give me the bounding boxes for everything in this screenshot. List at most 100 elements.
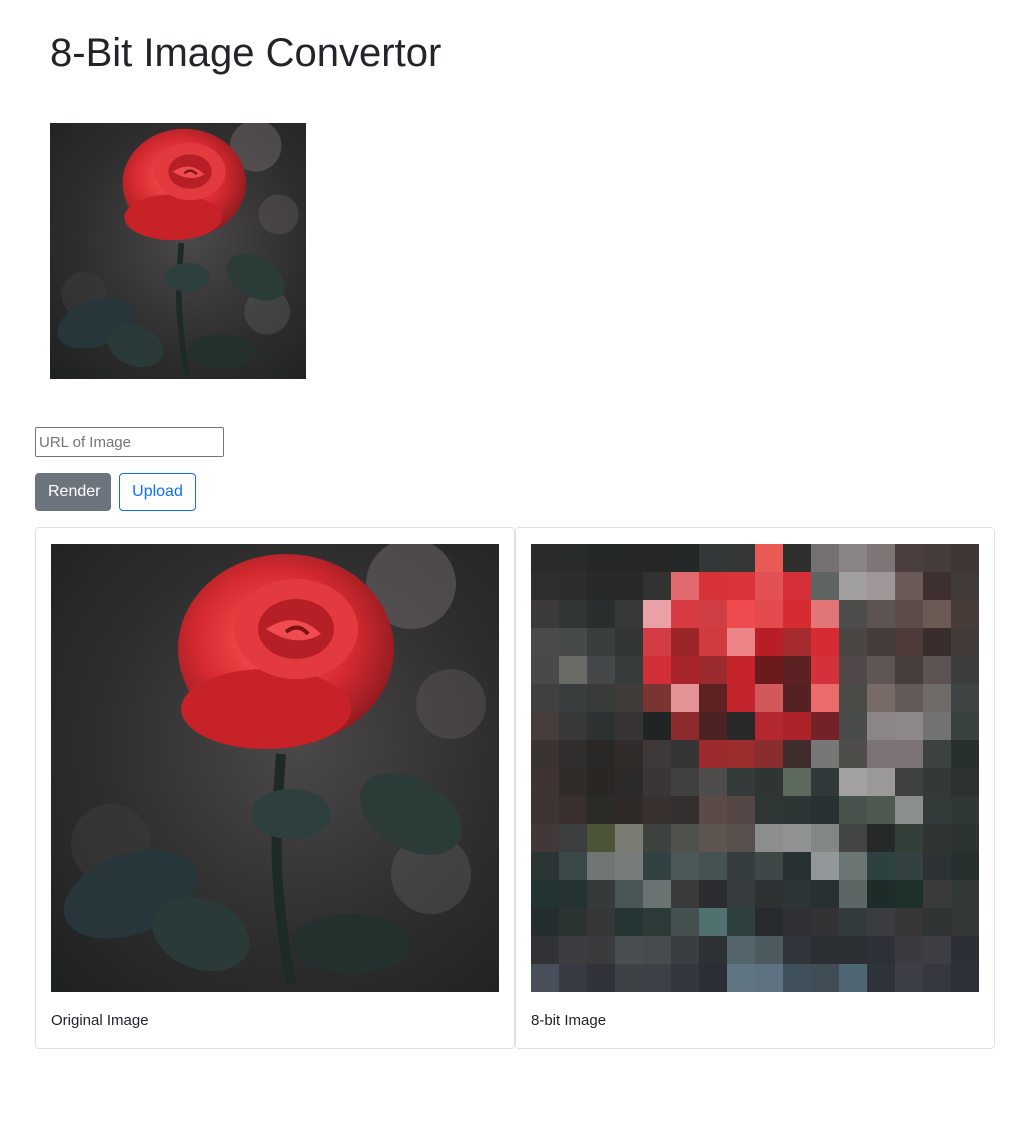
- pixel-cell: [699, 684, 728, 713]
- pixel-cell: [839, 880, 868, 909]
- render-button[interactable]: Render: [35, 473, 111, 511]
- pixel-cell: [839, 768, 868, 797]
- pixel-cell: [615, 824, 644, 853]
- pixel-cell: [867, 796, 896, 825]
- pixel-cell: [699, 656, 728, 685]
- pixel-cell: [559, 740, 588, 769]
- pixel-cell: [671, 824, 700, 853]
- pixel-cell: [811, 656, 840, 685]
- pixel-cell: [895, 768, 924, 797]
- pixel-cell: [727, 544, 756, 573]
- pixel-cell: [783, 740, 812, 769]
- pixel-cell: [587, 824, 616, 853]
- pixel-cell: [755, 628, 784, 657]
- pixel-cell: [811, 964, 840, 992]
- pixel-cell: [923, 656, 952, 685]
- pixel-cell: [587, 908, 616, 937]
- pixel-cell: [727, 796, 756, 825]
- pixel-cell: [587, 628, 616, 657]
- pixel-cell: [643, 964, 672, 992]
- pixel-cell: [671, 768, 700, 797]
- pixel-cell: [811, 824, 840, 853]
- pixel-cell: [643, 712, 672, 741]
- pixel-cell: [643, 796, 672, 825]
- pixel-cell: [727, 656, 756, 685]
- pixel-cell: [839, 572, 868, 601]
- pixel-cell: [587, 572, 616, 601]
- pixel-cell: [895, 936, 924, 965]
- pixel-cell: [559, 544, 588, 573]
- pixel-cell: [811, 880, 840, 909]
- pixel-cell: [727, 572, 756, 601]
- pixel-cell: [643, 600, 672, 629]
- pixel-cell: [923, 936, 952, 965]
- pixel-cell: [951, 824, 979, 853]
- pixel-cell: [951, 852, 979, 881]
- pixel-cell: [895, 572, 924, 601]
- pixel-cell: [783, 768, 812, 797]
- pixel-cell: [951, 964, 979, 992]
- pixel-cell: [951, 656, 979, 685]
- pixel-cell: [531, 712, 560, 741]
- pixel-cell: [727, 740, 756, 769]
- pixel-cell: [671, 684, 700, 713]
- pixel-cell: [727, 712, 756, 741]
- pixel-cell: [643, 880, 672, 909]
- pixel-cell: [867, 712, 896, 741]
- pixel-cell: [755, 880, 784, 909]
- pixel-cell: [923, 880, 952, 909]
- pixel-cell: [531, 656, 560, 685]
- pixel-cell: [951, 628, 979, 657]
- pixel-cell: [923, 684, 952, 713]
- upload-button[interactable]: Upload: [119, 473, 196, 511]
- pixel-cell: [531, 544, 560, 573]
- pixel-cell: [587, 880, 616, 909]
- pixel-cell: [755, 544, 784, 573]
- pixel-cell: [531, 908, 560, 937]
- pixel-cell: [615, 656, 644, 685]
- pixel-cell: [587, 740, 616, 769]
- pixel-cell: [671, 656, 700, 685]
- pixel-cell: [923, 600, 952, 629]
- pixel-cell: [699, 600, 728, 629]
- page-title: 8-Bit Image Convertor: [50, 31, 442, 75]
- pixel-cell: [531, 628, 560, 657]
- pixel-cell: [783, 880, 812, 909]
- pixel-cell: [643, 824, 672, 853]
- pixel-cell: [587, 544, 616, 573]
- pixel-cell: [615, 572, 644, 601]
- pixel-cell: [755, 572, 784, 601]
- pixel-cell: [531, 852, 560, 881]
- pixel-cell: [587, 684, 616, 713]
- pixel-cell: [867, 628, 896, 657]
- image-url-input[interactable]: [35, 427, 224, 457]
- pixel-cell: [923, 796, 952, 825]
- pixel-cell: [671, 600, 700, 629]
- pixel-cell: [755, 600, 784, 629]
- pixel-cell: [699, 768, 728, 797]
- pixel-cell: [559, 656, 588, 685]
- pixel-cell: [755, 656, 784, 685]
- pixel-cell: [867, 600, 896, 629]
- pixel-cell: [671, 796, 700, 825]
- pixel-cell: [951, 880, 979, 909]
- pixel-cell: [531, 684, 560, 713]
- pixel-cell: [615, 852, 644, 881]
- pixel-cell: [811, 572, 840, 601]
- pixel-cell: [727, 908, 756, 937]
- pixel-cell: [531, 824, 560, 853]
- pixel-image-card: 8-bit Image: [515, 527, 995, 1049]
- pixel-cell: [643, 628, 672, 657]
- pixel-cell: [867, 908, 896, 937]
- pixel-cell: [895, 796, 924, 825]
- pixel-cell: [671, 544, 700, 573]
- original-image-card: Original Image: [35, 527, 515, 1049]
- pixel-cell: [895, 684, 924, 713]
- pixel-cell: [531, 964, 560, 992]
- pixel-cell: [671, 964, 700, 992]
- pixel-cell: [615, 768, 644, 797]
- pixel-cell: [839, 852, 868, 881]
- pixel-cell: [839, 740, 868, 769]
- pixel-cell: [699, 796, 728, 825]
- pixel-cell: [811, 600, 840, 629]
